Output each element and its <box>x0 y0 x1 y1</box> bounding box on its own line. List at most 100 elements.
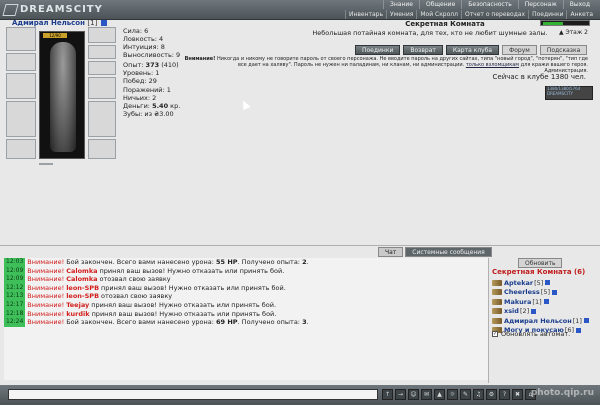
earring-slot[interactable] <box>88 27 116 43</box>
security-notice: Внимание! Никогда и никому не говорите п… <box>184 56 588 74</box>
amulet-slot[interactable] <box>6 53 36 71</box>
toolbar-button-icon[interactable]: ⚙ <box>486 389 497 400</box>
visitor-counter[interactable]: 1380/1380/5764 DREAMSCITY <box>545 86 593 100</box>
refresh-button[interactable]: Обновить <box>518 258 563 268</box>
spacer <box>39 163 53 165</box>
club-map-button[interactable]: Карта клуба <box>445 45 500 55</box>
hint-button[interactable]: Подсказка <box>539 45 588 55</box>
auto-refresh-label: Обновлять автомат. <box>501 330 571 338</box>
message-warning: Внимание! <box>27 258 65 266</box>
message-time: 12:13 <box>4 292 26 301</box>
watermark: photo.qip.ru <box>530 388 594 398</box>
stat-losses: Поражений: 1 <box>123 85 171 94</box>
battles-button[interactable]: Поединки <box>355 45 401 55</box>
submenu-skills[interactable]: Умения <box>386 10 416 19</box>
auto-refresh[interactable]: ✓ Обновлять автомат. <box>492 330 570 338</box>
ring-slot-2[interactable] <box>88 61 116 75</box>
user-level: [1] <box>532 297 542 306</box>
stat-draws: Ничьих: 2 <box>123 93 157 102</box>
user-info-icon[interactable] <box>576 327 582 333</box>
message-nick[interactable]: leon-SPB <box>66 292 99 301</box>
toolbar-button-icon[interactable]: ☺ <box>408 389 419 400</box>
user-name[interactable]: xsid <box>504 307 519 315</box>
menu-knowledge[interactable]: Знание <box>383 0 419 9</box>
chat-input[interactable] <box>8 389 378 400</box>
toolbar-button-icon[interactable]: ☼ <box>447 389 458 400</box>
message-text: принял ваш вызов! Нужно отказать или при… <box>99 266 285 275</box>
equipment-panel: 12/90 <box>6 27 118 165</box>
room-actions: Поединки Возврат Карта клуба Форум Подск… <box>355 45 588 55</box>
submenu-battles[interactable]: Поединки <box>528 10 566 19</box>
stat-experience: Опыт: 373 (410) <box>123 61 179 69</box>
user-name[interactable]: Aptekar <box>504 279 533 287</box>
submenu-profile[interactable]: Анкета <box>566 10 596 19</box>
boots-slot[interactable] <box>88 139 116 159</box>
chat-splitter[interactable] <box>488 258 489 383</box>
message-warning: Внимание! <box>27 300 65 309</box>
message-nick[interactable]: Teejay <box>66 301 89 310</box>
user-list-item[interactable]: xsid [2] <box>492 307 589 317</box>
armor-slot[interactable] <box>6 101 36 137</box>
helmet-slot[interactable] <box>6 27 36 51</box>
pants-slot[interactable] <box>88 101 116 137</box>
user-name[interactable]: Адмирал Нельсон <box>504 317 572 325</box>
toolbar-button-icon[interactable]: ✎ <box>460 389 471 400</box>
user-level: [1] <box>572 316 582 325</box>
notice-link[interactable]: только взломщикам <box>466 62 519 68</box>
message-warning: Внимание! <box>27 266 65 275</box>
shield-slot[interactable] <box>88 77 116 99</box>
message-nick[interactable]: Calomka <box>66 267 97 276</box>
stat-teeth: Зубы: из ₴3.00 <box>123 110 174 119</box>
menu-character[interactable]: Персонаж <box>517 0 563 9</box>
user-name[interactable]: Makura <box>504 298 531 306</box>
tab-chat[interactable]: Чат <box>378 247 404 257</box>
toolbar-button-icon[interactable]: ✖ <box>512 389 523 400</box>
return-button[interactable]: Возврат <box>403 45 443 55</box>
user-info-icon[interactable] <box>531 308 537 314</box>
message-nick[interactable]: kurdik <box>66 310 89 319</box>
toolbar-button-icon[interactable]: ↑ <box>382 389 393 400</box>
toolbar-button-icon[interactable]: ✉ <box>421 389 432 400</box>
menu-exit[interactable]: Выход <box>562 0 596 9</box>
logo[interactable]: DREAMSCITY <box>2 1 102 19</box>
user-level: [5] <box>534 278 544 287</box>
submenu-inventory[interactable]: Инвентарь <box>344 10 386 19</box>
info-icon[interactable] <box>100 20 107 26</box>
user-list-item[interactable]: Cheerless [5] <box>492 288 589 298</box>
user-info-icon[interactable] <box>552 289 558 295</box>
user-list-item[interactable]: Адмирал Нельсон [1] <box>492 316 589 326</box>
auto-refresh-checkbox[interactable]: ✓ <box>492 331 498 337</box>
weapon-slot[interactable] <box>6 73 36 99</box>
menu-communication[interactable]: Общение <box>418 0 461 9</box>
ring-slot-1[interactable] <box>88 45 116 59</box>
progress-stats: Опыт: 373 (410) Уровень: 1 Побед: 29 Пор… <box>123 61 180 118</box>
message-time: 12:09 <box>4 275 26 284</box>
user-info-icon[interactable] <box>543 299 549 305</box>
forum-button[interactable]: Форум <box>502 45 537 55</box>
tab-system-messages[interactable]: Системные сообщения <box>405 247 492 257</box>
toolbar-button-icon[interactable]: ♫ <box>473 389 484 400</box>
user-info-icon[interactable] <box>545 280 551 286</box>
chat-log[interactable]: 12:03 Внимание! Бой закончен. Всего вами н… <box>4 258 488 380</box>
chat-message: 12:09 Внимание! Calomka принял ваш вызов! Н… <box>4 266 488 276</box>
user-list-item[interactable]: Makura [1] <box>492 297 589 307</box>
user-rank-icon <box>492 317 502 324</box>
submenu-scroll[interactable]: Мой Скролл <box>416 10 461 19</box>
message-nick[interactable]: leon-SPB <box>66 284 99 293</box>
user-info-icon[interactable] <box>583 318 589 324</box>
message-time: 12:17 <box>4 300 26 310</box>
toolbar-button-icon[interactable]: ? <box>499 389 510 400</box>
toolbar-button-icon[interactable]: → <box>395 389 406 400</box>
belt-slot[interactable] <box>6 139 36 159</box>
user-name[interactable]: Cheerless <box>504 288 540 296</box>
message-warning: Внимание! <box>27 275 65 284</box>
sub-menu: Инвентарь Умения Мой Скролл Отчет о пере… <box>344 10 596 19</box>
character-name[interactable]: Адмирал Нельсон <box>12 19 85 27</box>
submenu-transfers[interactable]: Отчет о переводах <box>460 10 528 19</box>
message-nick[interactable]: Calomka <box>66 275 97 284</box>
body-silhouette-icon <box>50 42 76 152</box>
user-list-item[interactable]: Aptekar [5] <box>492 278 589 288</box>
menu-security[interactable]: Безопасность <box>461 0 518 9</box>
toolbar-button-icon[interactable]: ▲ <box>434 389 445 400</box>
floor-label: ▲ Этаж 2 <box>558 29 588 36</box>
